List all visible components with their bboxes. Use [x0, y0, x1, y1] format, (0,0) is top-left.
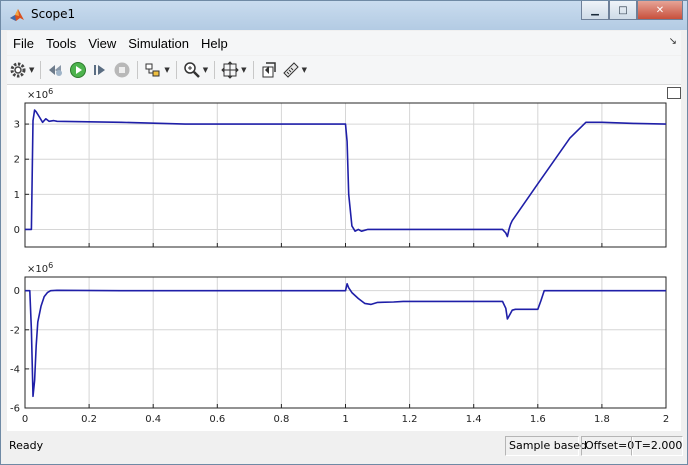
axes-top[interactable]: 0 1 2 3 ×106 [14, 87, 667, 248]
x-tick-label: 1 [342, 414, 348, 425]
toolbar-separator [40, 61, 42, 79]
stop-button[interactable] [111, 59, 133, 81]
y-tick-label: -2 [10, 325, 20, 336]
menu-bar: File Tools View Simulation Help ↘ [7, 31, 681, 55]
dock-arrow-icon[interactable]: ↘ [669, 36, 677, 47]
menu-tools[interactable]: Tools [40, 36, 82, 51]
x-tick-label: 0.6 [209, 414, 225, 425]
menu-file[interactable]: File [7, 36, 40, 51]
highlight-block-icon [145, 63, 160, 77]
measurements-button[interactable]: ▼ [280, 59, 309, 81]
x-tick-label: 1.4 [466, 414, 482, 425]
measurements-icon [282, 62, 299, 78]
toolbar-separator [252, 61, 254, 79]
zoom-button[interactable]: ▼ [181, 59, 210, 81]
x-tick-label: 1.2 [402, 414, 418, 425]
status-time: T=2.000 [631, 436, 683, 456]
x-tick-label: 0.2 [81, 414, 97, 425]
undock-icon[interactable] [667, 87, 681, 99]
x-tick-label: 0.8 [273, 414, 289, 425]
settings-icon [10, 62, 26, 78]
restore-axes-button[interactable] [258, 59, 280, 81]
x-tick-label: 1.8 [594, 414, 610, 425]
matlab-logo-icon [10, 9, 24, 21]
x-tick-label: 2 [663, 414, 669, 425]
close-button[interactable]: ✕ [637, 1, 683, 20]
restore-axes-icon [262, 62, 276, 78]
fit-view-button[interactable]: ▼ [219, 59, 248, 81]
menu-simulation[interactable]: Simulation [122, 36, 195, 51]
scope-plots[interactable]: 0 1 2 3 ×106 0 0.2 0.4 0.6 0.8 1 1.2 1.4 1.6 1.8 2 -6 -4… [7, 85, 681, 431]
y-tick-label: -4 [10, 364, 20, 375]
y-exponent-power: 6 [48, 87, 53, 96]
status-sample-mode: Sample based [505, 436, 587, 456]
y-tick-label: -6 [10, 404, 20, 415]
toolbar-separator [214, 61, 216, 79]
y-tick-label: 3 [14, 120, 20, 131]
fit-view-dropdown-icon[interactable]: ▼ [241, 66, 246, 74]
y-tick-label: 0 [14, 225, 20, 236]
minimize-button[interactable]: ▁ [581, 1, 609, 20]
settings-dropdown-icon[interactable]: ▼ [29, 66, 34, 74]
plot-area: 0 1 2 3 ×106 0 0.2 0.4 0.6 0.8 1 1.2 1.4 1.6 1.8 2 -6 -4… [7, 85, 681, 431]
menu-view[interactable]: View [82, 36, 122, 51]
scope-window: Scope1 ▁ □ ✕ File Tools View Simulation … [0, 0, 688, 465]
settings-button[interactable]: ▼ [7, 59, 36, 81]
y-exponent-label: ×106 [27, 87, 53, 101]
y-tick-label: 1 [14, 190, 20, 201]
menu-help[interactable]: Help [195, 36, 234, 51]
minimize-icon: ▁ [591, 4, 599, 16]
maximize-button[interactable]: □ [609, 1, 637, 20]
status-offset: Offset=0 [581, 436, 634, 456]
maximize-icon: □ [618, 4, 628, 16]
close-icon: ✕ [655, 4, 665, 16]
toolbar-separator [137, 61, 139, 79]
window-title: Scope1 [31, 7, 76, 21]
status-bar: Ready Sample based Offset=0 T=2.000 [7, 434, 683, 458]
toolbar-separator [175, 61, 177, 79]
rewind-icon [49, 65, 63, 76]
step-forward-icon [94, 65, 106, 75]
run-icon [70, 62, 87, 78]
y-tick-label: 0 [14, 286, 20, 297]
zoom-dropdown-icon[interactable]: ▼ [203, 66, 208, 74]
status-ready: Ready [9, 439, 44, 452]
run-button[interactable] [67, 59, 89, 81]
step-forward-button[interactable] [89, 59, 111, 81]
stop-icon [114, 62, 130, 78]
y-tick-label: 2 [14, 155, 20, 166]
highlight-block-button[interactable]: ▼ [142, 59, 171, 81]
x-tick-label: 0 [22, 414, 28, 425]
x-tick-label: 0.4 [145, 414, 161, 425]
fit-view-icon [221, 61, 239, 79]
y-exponent-label: ×106 [27, 261, 53, 275]
measurements-dropdown-icon[interactable]: ▼ [302, 66, 307, 74]
axes-bottom[interactable]: 0 0.2 0.4 0.6 0.8 1 1.2 1.4 1.6 1.8 2 -6 -4 -2 0 ×106 [10, 261, 669, 425]
highlight-dropdown-icon[interactable]: ▼ [164, 66, 169, 74]
rewind-button[interactable] [45, 59, 67, 81]
toolbar: ▼ ▼ ▼ ▼ ▼ [7, 56, 681, 85]
zoom-icon [184, 62, 200, 78]
x-tick-label: 1.6 [530, 414, 546, 425]
y-exponent-power: 6 [48, 261, 53, 270]
title-bar[interactable]: Scope1 ▁ □ ✕ [1, 1, 687, 30]
